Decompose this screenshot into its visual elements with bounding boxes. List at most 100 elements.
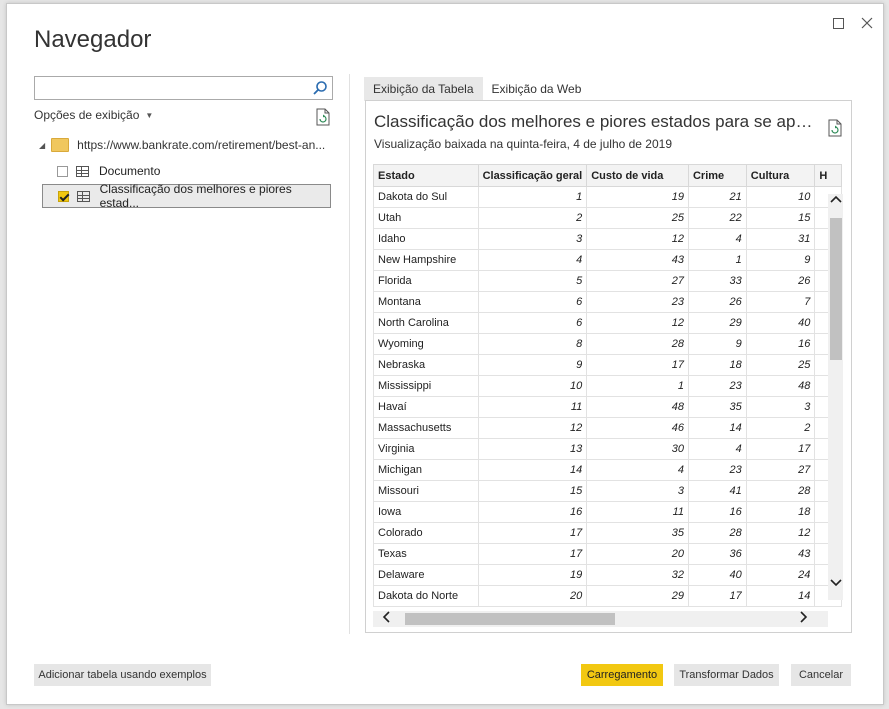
scroll-up-icon[interactable]	[828, 194, 843, 210]
value-cell: 9	[477, 354, 588, 376]
tree-item-documento[interactable]: Documento	[57, 160, 160, 182]
column-header[interactable]: H	[814, 164, 842, 187]
value-cell: 48	[586, 396, 689, 418]
state-cell: Utah	[373, 207, 479, 229]
scroll-left-icon[interactable]	[377, 611, 397, 627]
value-cell: 18	[687, 354, 747, 376]
value-cell: 32	[586, 564, 689, 586]
column-header[interactable]: Crime	[687, 164, 747, 187]
tree-item-label: Classificação dos melhores e piores esta…	[99, 182, 292, 210]
value-cell: 16	[687, 501, 747, 523]
value-cell: 46	[586, 417, 689, 439]
table-row: Idaho 3 12 4 31	[373, 228, 842, 250]
expand-triangle-icon[interactable]: ◢	[39, 141, 45, 150]
table-row: Wyoming 8 28 9 16	[373, 333, 842, 355]
search-input[interactable]	[34, 76, 333, 100]
checkbox-checked[interactable]	[58, 190, 69, 202]
value-cell: 20	[477, 585, 588, 607]
value-cell: 4	[586, 459, 689, 481]
value-cell: 17	[687, 585, 747, 607]
refresh-icon[interactable]	[315, 108, 331, 126]
column-header[interactable]: Classificação geral	[477, 164, 588, 187]
panel-divider	[349, 74, 350, 634]
scroll-right-icon[interactable]	[793, 611, 813, 627]
state-cell: Virginia	[373, 438, 479, 460]
table-icon	[76, 165, 89, 177]
value-cell: 3	[745, 396, 816, 418]
value-cell: 26	[687, 291, 747, 313]
view-options-label: Opções de exibição	[34, 108, 140, 122]
state-cell: Michigan	[373, 459, 479, 481]
value-cell: 10	[745, 186, 816, 208]
value-cell: 23	[586, 291, 689, 313]
search-icon[interactable]	[312, 80, 328, 96]
value-cell: 14	[477, 459, 588, 481]
scroll-down-icon[interactable]	[828, 578, 843, 594]
state-cell: Mississippi	[373, 375, 479, 397]
value-cell: 19	[586, 186, 689, 208]
state-cell: Nebraska	[373, 354, 479, 376]
state-cell: Iowa	[373, 501, 479, 523]
value-cell: 19	[477, 564, 588, 586]
state-cell: Massachusetts	[373, 417, 479, 439]
value-cell: 24	[745, 564, 816, 586]
maximize-button[interactable]	[827, 12, 849, 34]
value-cell: 28	[687, 522, 747, 544]
table-row: Iowa 16 11 16 18	[373, 501, 842, 523]
add-table-examples-button[interactable]: Adicionar tabela usando exemplos	[34, 664, 211, 686]
value-cell: 6	[477, 312, 588, 334]
state-cell: Idaho	[373, 228, 479, 250]
table-row: Florida 5 27 33 26	[373, 270, 842, 292]
state-cell: Dakota do Norte	[373, 585, 479, 607]
cancel-button[interactable]: Cancelar	[791, 664, 851, 686]
value-cell: 25	[745, 354, 816, 376]
view-options-dropdown[interactable]: Opções de exibição ▼	[34, 108, 153, 122]
tab-web-view[interactable]: Exibição da Web	[483, 77, 591, 101]
value-cell: 14	[687, 417, 747, 439]
value-cell: 16	[745, 333, 816, 355]
value-cell: 4	[687, 438, 747, 460]
vertical-scrollbar[interactable]	[828, 194, 843, 600]
value-cell: 3	[477, 228, 588, 250]
column-header[interactable]: Estado	[373, 164, 479, 187]
search-field[interactable]	[38, 77, 302, 99]
state-cell: Florida	[373, 270, 479, 292]
value-cell: 15	[745, 207, 816, 229]
value-cell: 43	[745, 543, 816, 565]
value-cell: 20	[586, 543, 689, 565]
value-cell: 17	[477, 522, 588, 544]
value-cell: 28	[745, 480, 816, 502]
horizontal-scrollbar[interactable]	[373, 611, 828, 627]
value-cell: 1	[477, 186, 588, 208]
tree-item-label: Documento	[99, 164, 161, 178]
tab-table-view[interactable]: Exibição da Tabela	[364, 77, 483, 101]
table-row: Nebraska 9 17 18 25	[373, 354, 842, 376]
value-cell: 8	[477, 333, 588, 355]
table-row: Havaí 11 48 35 3	[373, 396, 842, 418]
value-cell: 12	[586, 228, 689, 250]
column-header[interactable]: Custo de vida	[586, 164, 689, 187]
load-button[interactable]: Carregamento	[581, 664, 663, 686]
column-header[interactable]: Cultura	[745, 164, 816, 187]
value-cell: 17	[745, 438, 816, 460]
value-cell: 25	[586, 207, 689, 229]
value-cell: 1	[687, 249, 747, 271]
value-cell: 40	[745, 312, 816, 334]
data-grid[interactable]: Estado Classificação geral Custo de vida…	[373, 164, 842, 631]
value-cell: 6	[477, 291, 588, 313]
table-header-row: Estado Classificação geral Custo de vida…	[373, 164, 842, 187]
value-cell: 23	[687, 375, 747, 397]
value-cell: 29	[586, 585, 689, 607]
vertical-scroll-thumb[interactable]	[830, 218, 842, 360]
transform-data-button[interactable]: Transformar Dados	[674, 664, 779, 686]
checkbox[interactable]	[57, 165, 68, 177]
table-row: New Hampshire 4 43 1 9	[373, 249, 842, 271]
source-node[interactable]: ◢ https://www.bankrate.com/retirement/be…	[39, 138, 325, 152]
dialog-title: Navegador	[34, 26, 152, 53]
value-cell: 36	[687, 543, 747, 565]
refresh-icon[interactable]	[827, 119, 843, 137]
close-button[interactable]	[856, 12, 878, 34]
horizontal-scroll-thumb[interactable]	[405, 613, 615, 625]
tree-item-classificacao[interactable]: Classificação dos melhores e piores esta…	[42, 182, 331, 210]
table-row: Mississippi 10 1 23 48	[373, 375, 842, 397]
